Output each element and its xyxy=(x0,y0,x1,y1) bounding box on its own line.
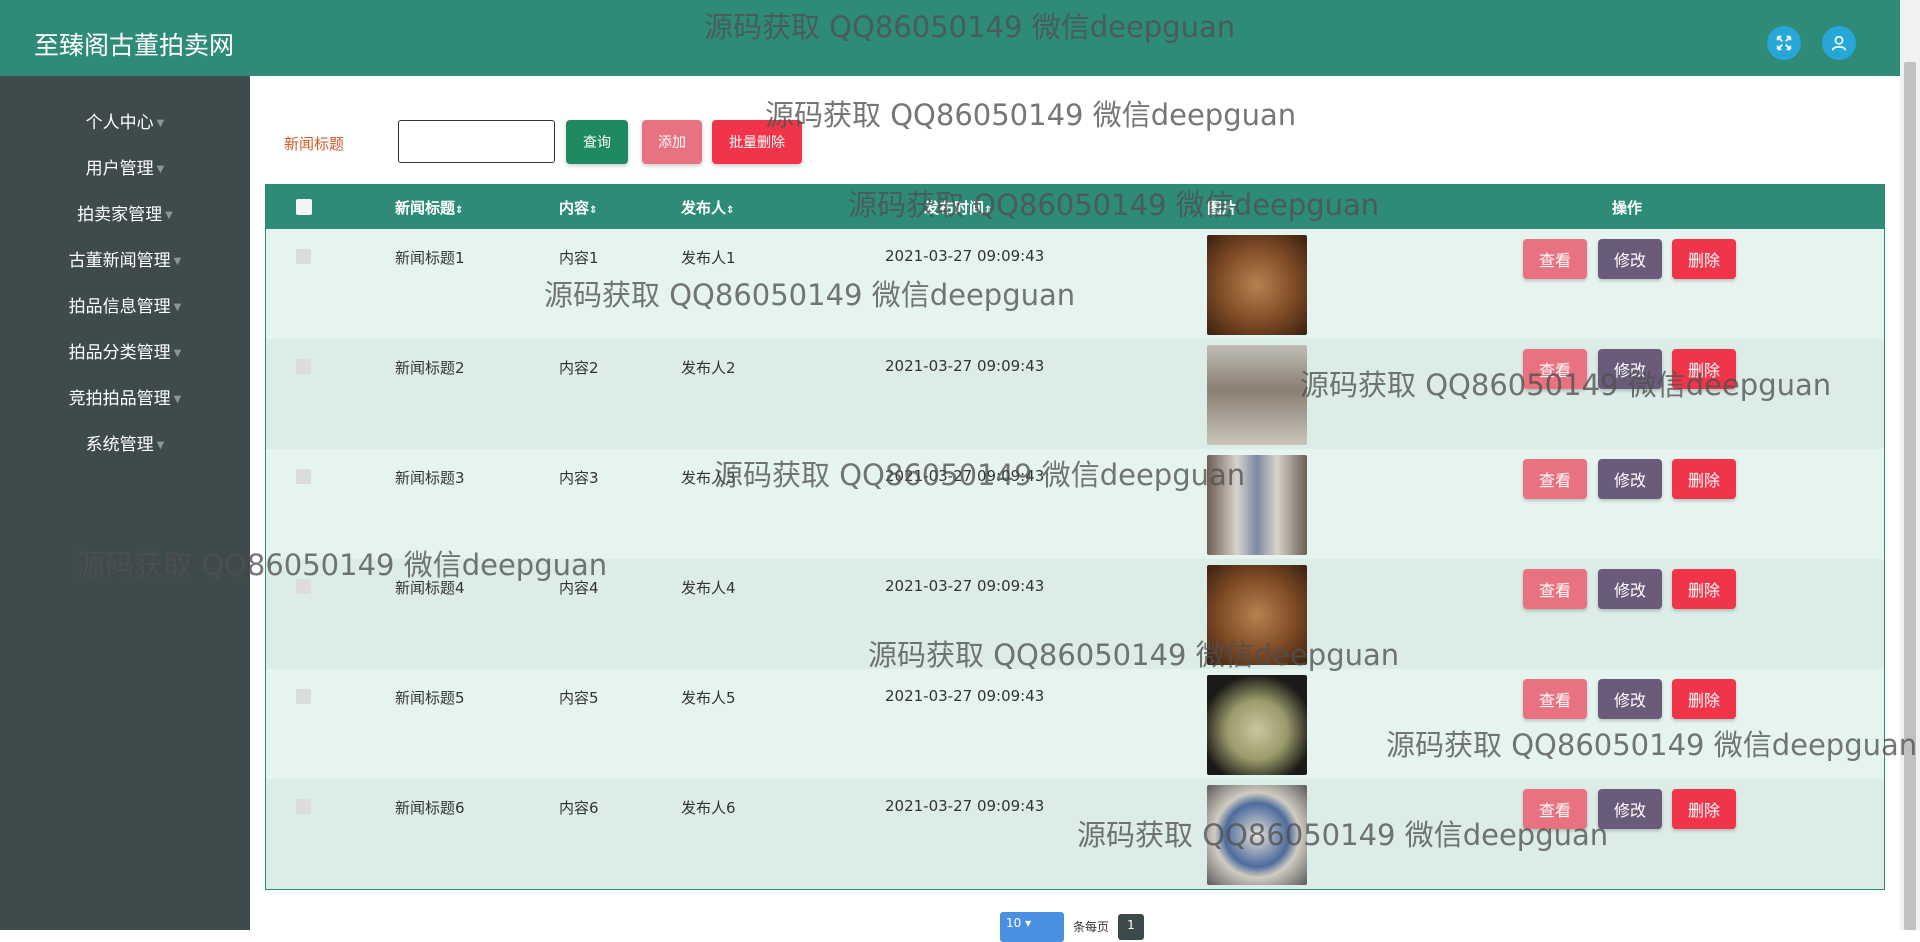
sidebar-item-lot-category-management[interactable]: 拍品分类管理 ▼ xyxy=(0,338,250,363)
edit-button[interactable]: 修改 xyxy=(1598,239,1662,279)
batch-delete-button[interactable]: 批量删除 xyxy=(712,120,802,164)
row-content: 内容5 xyxy=(559,689,599,707)
news-title-search-input[interactable] xyxy=(398,120,555,163)
sidebar-item-user-management[interactable]: 用户管理 ▼ xyxy=(0,154,250,179)
row-publisher: 发布人1 xyxy=(681,249,736,267)
sidebar: 个人中心 ▼ 用户管理 ▼ 拍卖家管理 ▼ 古董新闻管理 ▼ 拍品信息管理 ▼ 拍品分类管… xyxy=(0,76,250,930)
row-image xyxy=(1207,345,1307,445)
row-title: 新闻标题1 xyxy=(395,249,465,267)
row-title: 新闻标题3 xyxy=(395,469,465,487)
row-content: 内容1 xyxy=(559,249,599,267)
sidebar-item-system-management[interactable]: 系统管理 ▼ xyxy=(0,430,250,455)
row-time: 2021-03-27 09:09:43 xyxy=(885,577,1045,595)
row-publisher: 发布人6 xyxy=(681,799,736,817)
query-button[interactable]: 查询 xyxy=(566,120,628,164)
edit-button[interactable]: 修改 xyxy=(1598,459,1662,499)
row-publisher: 发布人5 xyxy=(681,689,736,707)
row-checkbox[interactable] xyxy=(296,469,311,484)
row-publisher: 发布人3 xyxy=(681,469,736,487)
row-image xyxy=(1207,235,1307,335)
row-title: 新闻标题5 xyxy=(395,689,465,707)
table-row: 新闻标题5 内容5 发布人5 2021-03-27 09:09:43 查看 修改… xyxy=(266,669,1884,779)
scrollbar-thumb[interactable] xyxy=(1904,62,1916,930)
row-time: 2021-03-27 09:09:43 xyxy=(885,247,1045,265)
table-header: 新闻标题⇕ 内容⇕ 发布人⇕ 发布时间⇕ 图片 操作 xyxy=(266,185,1884,229)
page-size-select[interactable]: 10 ▾ xyxy=(1000,912,1064,942)
row-time: 2021-03-27 09:09:43 xyxy=(885,467,1045,485)
row-content: 内容3 xyxy=(559,469,599,487)
view-button[interactable]: 查看 xyxy=(1523,349,1587,389)
sidebar-item-personal-center[interactable]: 个人中心 ▼ xyxy=(0,108,250,133)
edit-button[interactable]: 修改 xyxy=(1598,349,1662,389)
header-title[interactable]: 新闻标题⇕ xyxy=(395,197,463,218)
sidebar-item-lot-info-management[interactable]: 拍品信息管理 ▼ xyxy=(0,292,250,317)
row-image xyxy=(1207,565,1307,665)
row-content: 内容6 xyxy=(559,799,599,817)
view-button[interactable]: 查看 xyxy=(1523,789,1587,829)
page-number-button[interactable]: 1 xyxy=(1118,914,1144,940)
row-title: 新闻标题2 xyxy=(395,359,465,377)
header-content[interactable]: 内容⇕ xyxy=(559,197,597,218)
sidebar-item-news-management[interactable]: 古董新闻管理 ▼ xyxy=(0,246,250,271)
view-button[interactable]: 查看 xyxy=(1523,239,1587,279)
site-title: 至臻阁古董拍卖网 xyxy=(34,31,235,60)
edit-button[interactable]: 修改 xyxy=(1598,679,1662,719)
fullscreen-icon[interactable] xyxy=(1767,26,1801,60)
edit-button[interactable]: 修改 xyxy=(1598,789,1662,829)
table-row: 新闻标题4 内容4 发布人4 2021-03-27 09:09:43 查看 修改… xyxy=(266,559,1884,669)
header-time[interactable]: 发布时间⇕ xyxy=(924,197,992,218)
row-content: 内容4 xyxy=(559,579,599,597)
table-row: 新闻标题6 内容6 发布人6 2021-03-27 09:09:43 查看 修改… xyxy=(266,779,1884,889)
sidebar-item-auctioneer-management[interactable]: 拍卖家管理 ▼ xyxy=(0,200,250,225)
row-publisher: 发布人4 xyxy=(681,579,736,597)
table-row: 新闻标题3 内容3 发布人3 2021-03-27 09:09:43 查看 修改… xyxy=(266,449,1884,559)
delete-button[interactable]: 删除 xyxy=(1672,239,1736,279)
sidebar-item-bidding-management[interactable]: 竞拍拍品管理 ▼ xyxy=(0,384,250,409)
top-bar: 至臻阁古董拍卖网 xyxy=(0,0,1900,76)
user-icon[interactable] xyxy=(1822,26,1856,60)
row-image xyxy=(1207,675,1307,775)
row-title: 新闻标题4 xyxy=(395,579,465,597)
header-actions: 操作 xyxy=(1612,199,1643,217)
view-button[interactable]: 查看 xyxy=(1523,679,1587,719)
row-publisher: 发布人2 xyxy=(681,359,736,377)
row-image xyxy=(1207,455,1307,555)
delete-button[interactable]: 删除 xyxy=(1672,349,1736,389)
delete-button[interactable]: 删除 xyxy=(1672,569,1736,609)
row-checkbox[interactable] xyxy=(296,689,311,704)
view-button[interactable]: 查看 xyxy=(1523,459,1587,499)
search-label: 新闻标题 xyxy=(284,135,345,153)
row-time: 2021-03-27 09:09:43 xyxy=(885,687,1045,705)
delete-button[interactable]: 删除 xyxy=(1672,679,1736,719)
row-title: 新闻标题6 xyxy=(395,799,465,817)
add-button[interactable]: 添加 xyxy=(642,120,702,164)
row-checkbox[interactable] xyxy=(296,359,311,374)
edit-button[interactable]: 修改 xyxy=(1598,569,1662,609)
row-time: 2021-03-27 09:09:43 xyxy=(885,797,1045,815)
row-time: 2021-03-27 09:09:43 xyxy=(885,357,1045,375)
header-image: 图片 xyxy=(1207,199,1238,217)
header-publisher[interactable]: 发布人⇕ xyxy=(681,197,734,218)
view-button[interactable]: 查看 xyxy=(1523,569,1587,609)
per-page-label: 条每页 xyxy=(1073,920,1110,934)
delete-button[interactable]: 删除 xyxy=(1672,459,1736,499)
row-checkbox[interactable] xyxy=(296,799,311,814)
row-checkbox[interactable] xyxy=(296,249,311,264)
table-row: 新闻标题2 内容2 发布人2 2021-03-27 09:09:43 查看 修改… xyxy=(266,339,1884,449)
table-row: 新闻标题1 内容1 发布人1 2021-03-27 09:09:43 查看 修改… xyxy=(266,229,1884,339)
row-image xyxy=(1207,785,1307,885)
row-content: 内容2 xyxy=(559,359,599,377)
watermark-text: 源码获取 QQ86050149 微信deepguan xyxy=(765,98,1297,132)
row-checkbox[interactable] xyxy=(296,579,311,594)
delete-button[interactable]: 删除 xyxy=(1672,789,1736,829)
select-all-checkbox[interactable] xyxy=(296,199,312,215)
